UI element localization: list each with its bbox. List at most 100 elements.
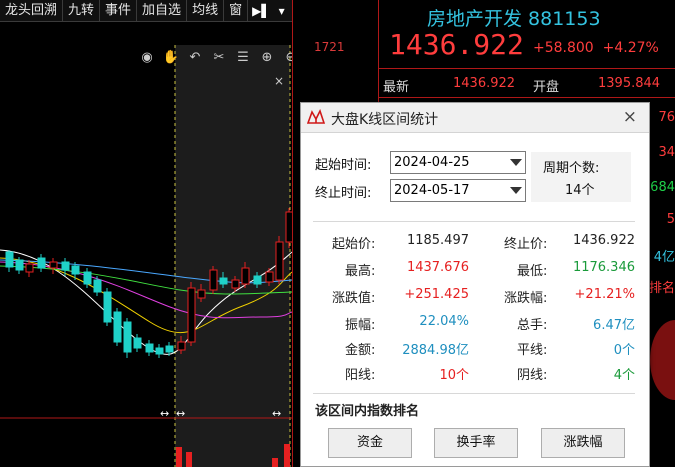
drag-handle-left-icon[interactable]: ↔ bbox=[160, 407, 169, 420]
toolbar-btn-window[interactable]: 窗 bbox=[224, 0, 249, 21]
ranking-section-title: 该区间内指数排名 bbox=[315, 404, 420, 419]
play-icon[interactable]: ▶▌ bbox=[248, 0, 274, 21]
zoom-in-icon[interactable]: ⊕ bbox=[258, 50, 276, 65]
candle-body bbox=[25, 263, 34, 273]
flat-count-value: 0个 bbox=[613, 343, 635, 358]
down-count-value: 4个 bbox=[613, 368, 635, 383]
start-date-select[interactable]: 2024-04-25 bbox=[390, 151, 526, 174]
open-label: 开盘 bbox=[533, 80, 560, 95]
latest-label: 最新 bbox=[383, 80, 410, 95]
quote-fragment-4: 5 bbox=[666, 212, 675, 227]
candle-body bbox=[123, 321, 132, 353]
scissors-icon[interactable]: ✂ bbox=[210, 50, 228, 65]
latest-value: 1436.922 bbox=[453, 76, 516, 91]
chart-tool-icons: ◉ ✋ ↶ ✂ ☰ ⊕ ⊖ bbox=[138, 50, 300, 65]
change-value-stat: +251.425 bbox=[404, 287, 469, 302]
up-count-value: 10个 bbox=[439, 368, 469, 383]
change-percent: +4.27% bbox=[602, 40, 659, 56]
current-price: 1436.922 bbox=[389, 28, 524, 61]
candle-body bbox=[93, 279, 102, 293]
start-price-value: 1185.497 bbox=[406, 233, 469, 248]
open-value: 1395.844 bbox=[598, 76, 661, 91]
app-logo-icon bbox=[307, 109, 325, 124]
volume-bar bbox=[176, 447, 182, 467]
divider bbox=[313, 221, 635, 222]
period-count-label: 周期个数: bbox=[543, 161, 600, 176]
candle-body bbox=[155, 347, 164, 355]
sector-title: 房地产开发 881153 bbox=[427, 4, 601, 31]
candle-body bbox=[265, 271, 274, 283]
hand-icon[interactable]: ✋ bbox=[162, 50, 180, 65]
chevron-down-icon bbox=[510, 159, 522, 166]
quote-fragment-5: 4亿 bbox=[653, 250, 675, 265]
end-time-label: 终止时间: bbox=[315, 186, 372, 201]
change-pct-value: +21.21% bbox=[574, 287, 635, 302]
candle-body bbox=[253, 275, 262, 285]
volume-bar bbox=[284, 444, 290, 467]
selected-interval-region bbox=[175, 45, 290, 467]
dialog-titlebar[interactable]: 大盘K线区间统计 × bbox=[301, 103, 649, 133]
amplitude-value: 22.04% bbox=[419, 314, 469, 329]
dropdown-icon[interactable]: ▾ bbox=[275, 0, 289, 21]
price-change: +58.800 +4.27% bbox=[533, 40, 659, 56]
candle-body bbox=[177, 341, 186, 351]
candle-body bbox=[209, 269, 218, 291]
change-value: +58.800 bbox=[533, 40, 594, 56]
eye-icon[interactable]: ◉ bbox=[138, 50, 156, 65]
kline-chart bbox=[0, 45, 292, 467]
candle-body bbox=[15, 259, 24, 271]
quote-row-latest: 最新 1436.922 开盘 1395.844 bbox=[379, 68, 675, 98]
top-toolbar: 龙头回溯 九转 事件 加自选 均线 窗 ▶▌ ▾ bbox=[0, 0, 314, 22]
end-date-select[interactable]: 2024-05-17 bbox=[390, 179, 526, 202]
high-value: 1437.676 bbox=[406, 260, 469, 275]
end-price-value: 1436.922 bbox=[572, 233, 635, 248]
candle-body bbox=[275, 241, 284, 281]
candle-body bbox=[5, 251, 14, 268]
quote-fragment-6[interactable]: 排名 bbox=[649, 277, 675, 296]
candle-body bbox=[241, 267, 250, 285]
candle-body bbox=[187, 287, 196, 343]
period-count-box: 周期个数: 14个 bbox=[531, 152, 631, 202]
candle-body bbox=[61, 261, 70, 271]
kline-chart-pane[interactable]: ◉ ✋ ↶ ✂ ☰ ⊕ ⊖ × ↔ ↔ ↔ bbox=[0, 22, 296, 467]
drag-handle-start-icon[interactable]: ↔ bbox=[176, 407, 185, 420]
end-date-value: 2024-05-17 bbox=[394, 183, 470, 198]
candle-body bbox=[145, 343, 154, 353]
axis-price-label: 1721 bbox=[314, 40, 345, 54]
turnover-value: 6.47亿 bbox=[593, 318, 635, 333]
toolbar-btn-nine-turn[interactable]: 九转 bbox=[63, 0, 101, 21]
low-value: 1176.346 bbox=[572, 260, 635, 275]
quote-fragment-2: 34 bbox=[658, 145, 675, 160]
chevron-down-icon bbox=[510, 187, 522, 194]
candle-body bbox=[103, 291, 112, 323]
candle-body bbox=[49, 261, 58, 269]
dialog-title: 大盘K线区间统计 bbox=[331, 112, 439, 128]
toolbar-btn-events[interactable]: 事件 bbox=[100, 0, 138, 21]
drag-handle-end-icon[interactable]: ↔ bbox=[272, 407, 281, 420]
rank-by-capital-button[interactable]: 资金 bbox=[328, 428, 412, 458]
quote-fragment-1: 76 bbox=[658, 110, 675, 125]
candle-body bbox=[71, 265, 80, 275]
start-date-value: 2024-04-25 bbox=[394, 155, 470, 170]
candle-body bbox=[37, 257, 46, 269]
candle-body bbox=[165, 345, 174, 353]
rank-by-change-button[interactable]: 涨跌幅 bbox=[541, 428, 625, 458]
candle-body bbox=[133, 337, 142, 349]
undo-icon[interactable]: ↶ bbox=[186, 50, 204, 65]
start-time-label: 起始时间: bbox=[315, 158, 372, 173]
app-window: 龙头回溯 九转 事件 加自选 均线 窗 ▶▌ ▾ ◉ ✋ ↶ ✂ ☰ ⊕ ⊖ ×… bbox=[0, 0, 675, 467]
close-interval-icon[interactable]: × bbox=[274, 74, 284, 88]
candle-body bbox=[197, 289, 206, 299]
candle-body bbox=[113, 311, 122, 343]
quote-fragment-3: 684 bbox=[650, 180, 675, 195]
toolbar-btn-moving-average[interactable]: 均线 bbox=[187, 0, 225, 21]
close-icon[interactable]: × bbox=[623, 107, 637, 127]
amount-value: 2884.98亿 bbox=[402, 343, 469, 358]
sliders-icon[interactable]: ☰ bbox=[234, 50, 252, 65]
candle-body bbox=[219, 277, 228, 285]
toolbar-btn-add-watchlist[interactable]: 加自选 bbox=[137, 0, 188, 21]
toolbar-btn-dragon-head[interactable]: 龙头回溯 bbox=[0, 0, 64, 21]
rank-by-turnover-button[interactable]: 换手率 bbox=[434, 428, 518, 458]
sector-code: 881153 bbox=[528, 8, 601, 30]
interval-stats-dialog: 大盘K线区间统计 × 起始时间: 2024-04-25 终止时间: 2024-0… bbox=[300, 102, 650, 467]
